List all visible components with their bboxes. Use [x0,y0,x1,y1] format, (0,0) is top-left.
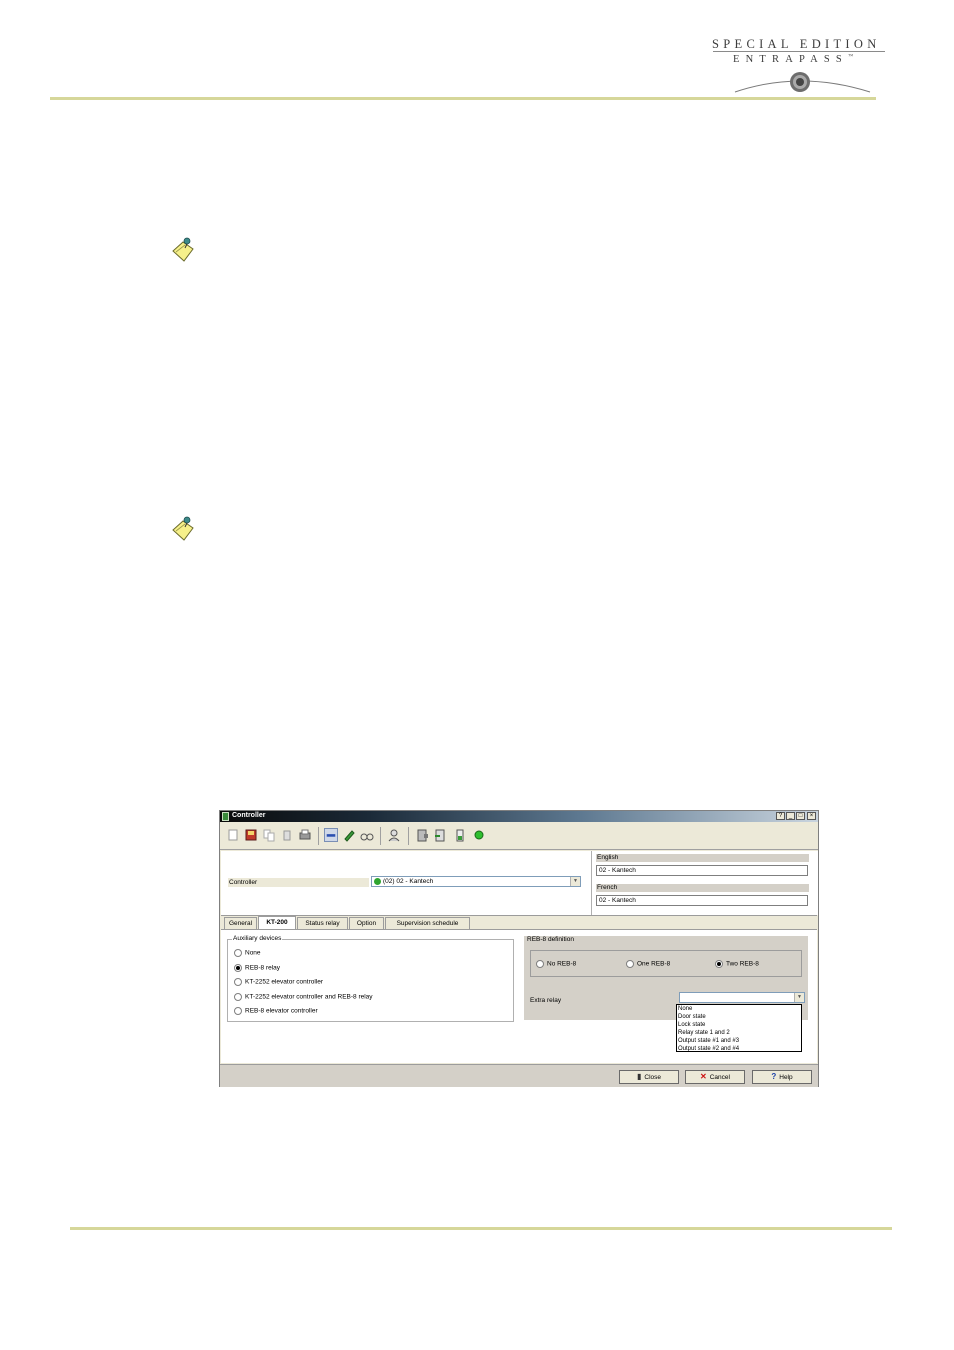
app-icon [222,812,229,821]
close-window-button[interactable]: × [807,812,816,820]
dropdown-option-output-1-3[interactable]: Output state #1 and #3 [678,1037,739,1045]
button-bar: ▮ Close ✕ Cancel ? Help [220,1064,818,1087]
footer-rule [70,1227,892,1230]
tab-kt-200[interactable]: KT-200 [258,916,296,929]
one-reb8-radio[interactable]: One REB-8 [626,960,670,968]
binoculars-icon[interactable] [360,828,374,842]
header-rule [50,97,876,100]
language-names-panel: English 02 - Kantech French 02 - Kantech [591,851,818,915]
help-button[interactable]: ? Help [752,1070,812,1084]
dropdown-option-door-state[interactable]: Door state [678,1013,706,1021]
note-pad-icon [172,516,194,541]
no-reb8-radio[interactable]: No REB-8 [536,960,576,968]
status-green-icon[interactable] [472,828,486,842]
radio-label: One REB-8 [637,960,671,968]
logo-swoosh-icon [734,72,871,93]
battery-icon[interactable] [453,828,467,842]
copy-icon[interactable] [262,828,276,842]
english-name-field[interactable]: 02 - Kantech [596,865,808,876]
help-button-label: Help [779,1074,793,1081]
radio-label: KT-2252 elevator controller [245,978,324,986]
users-icon[interactable] [388,828,402,842]
dropdown-option-lock-state[interactable]: Lock state [678,1021,705,1029]
maximize-button[interactable]: □ [796,812,805,820]
controller-label: Controller [228,878,369,887]
aux-none-radio[interactable]: None [234,949,261,957]
extra-relay-dropdown-list: None Door state Lock state Relay state 1… [676,1004,802,1052]
reb8-definition-group: No REB-8 One REB-8 Two REB-8 [530,950,802,977]
radio-circle [626,960,634,968]
french-name-field[interactable]: 02 - Kantech [596,895,808,906]
dropdown-option-output-2-4[interactable]: Output state #2 and #4 [678,1045,739,1053]
radio-circle [234,964,242,972]
print-icon[interactable] [298,828,312,842]
extra-relay-select[interactable]: ▼ [679,992,805,1003]
aux-reb8-elevator-radio[interactable]: REB-8 elevator controller [234,1007,318,1015]
question-icon: ? [771,1072,777,1081]
radio-label: REB-8 elevator controller [245,1007,318,1015]
note-pad-icon [172,237,194,262]
radio-circle [715,960,723,968]
import-icon[interactable] [433,828,447,842]
link-icon[interactable] [324,828,338,842]
cancel-x-icon: ✕ [700,1072,707,1081]
toolbar [220,823,818,850]
extra-relay-label: Extra relay [530,997,562,1004]
english-label: English [596,854,809,862]
close-button[interactable]: ▮ Close [619,1070,679,1084]
controller-status-icon [374,878,381,885]
radio-label: None [245,949,261,957]
save-icon[interactable] [244,828,258,842]
radio-circle [536,960,544,968]
chevron-down-icon[interactable]: ▼ [794,993,804,1002]
cancel-button-label: Cancel [709,1074,730,1081]
radio-circle [234,978,242,986]
dropdown-option-relay-state[interactable]: Relay state 1 and 2 [678,1029,730,1037]
title-bar[interactable]: Controller ? _ □ × [220,811,818,822]
help-window-button[interactable]: ? [776,812,785,820]
cancel-button[interactable]: ✕ Cancel [685,1070,745,1084]
radio-label: Two REB-8 [726,960,759,968]
door-icon[interactable] [415,828,429,842]
controller-select-value: (02) 02 - Kantech [383,878,434,885]
aux-kt2252-reb8-radio[interactable]: KT-2252 elevator controller and REB-8 re… [234,993,373,1001]
dropdown-option-none[interactable]: None [678,1005,692,1013]
entrapass-logo: SPECIAL EDITION ENTRAPASS™ [705,34,890,100]
tab-supervision-schedule[interactable]: Supervision schedule [385,917,470,929]
edit-pencil-icon[interactable] [342,828,356,842]
radio-circle [234,993,242,1001]
tab-general[interactable]: General [224,917,257,929]
delete-icon[interactable] [280,828,294,842]
minimize-button[interactable]: _ [786,812,795,820]
radio-label: REB-8 relay [245,964,281,972]
two-reb8-radio[interactable]: Two REB-8 [715,960,759,968]
french-label: French [596,884,809,892]
new-icon[interactable] [226,828,240,842]
reb8-definition-legend: REB-8 definition [527,936,574,943]
radio-label: KT-2252 elevator controller and REB-8 re… [245,993,373,1001]
tab-status-relay[interactable]: Status relay [297,917,348,929]
aux-kt2252-radio[interactable]: KT-2252 elevator controller [234,978,323,986]
radio-label: No REB-8 [547,960,577,968]
chevron-down-icon[interactable]: ▼ [570,877,580,886]
auxiliary-devices-legend: Auxiliary devices [232,935,283,942]
radio-circle [234,1007,242,1015]
controller-select[interactable]: (02) 02 - Kantech ▼ [371,876,581,887]
door-exit-icon: ▮ [636,1072,642,1081]
close-button-label: Close [644,1074,662,1081]
tab-option[interactable]: Option [349,917,384,929]
aux-reb8-relay-radio[interactable]: REB-8 relay [234,964,280,972]
window-title: Controller [232,812,266,819]
auxiliary-devices-group: Auxiliary devices None REB-8 relay KT-22… [227,935,514,1022]
controller-selection-panel: Controller (02) 02 - Kantech ▼ English 0… [221,851,818,916]
radio-circle [234,949,242,957]
